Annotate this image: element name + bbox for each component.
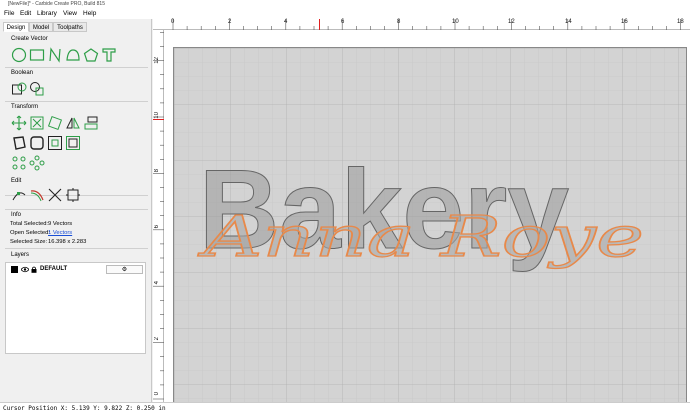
ruler-vertical: 12 10 8 6 4 2 0 <box>153 30 164 402</box>
edit-title: Edit <box>11 178 22 184</box>
cursor-position: Cursor Position X: 5.139 Y: 9.822 Z: 0.2… <box>3 405 166 412</box>
ruler-x-label: 16 <box>621 19 628 25</box>
layer-color-swatch[interactable] <box>11 266 18 273</box>
total-selected-label: Total Selected: <box>10 221 49 227</box>
design-canvas-area: 0 2 4 6 8 10 12 14 16 18 12 10 8 6 4 2 0 <box>153 19 690 407</box>
boolean-subtract-icon[interactable] <box>29 81 45 97</box>
gear-icon: ⚙ <box>121 267 128 273</box>
scale-tool-icon[interactable] <box>29 115 45 131</box>
polyline-tool-icon[interactable] <box>47 47 63 63</box>
ruler-y-label: 2 <box>154 337 160 341</box>
circular-array-icon[interactable] <box>29 155 45 171</box>
total-selected-value: 9 Vectors <box>48 221 73 227</box>
ruler-x-label: 0 <box>171 19 175 25</box>
divider <box>5 209 148 210</box>
stock-workspace[interactable]: Bakery Anna Roye <box>173 47 687 407</box>
fillet-tool-icon[interactable] <box>29 135 45 151</box>
bounding-box-icon[interactable] <box>65 187 81 203</box>
tab-toolpaths[interactable]: Toolpaths <box>53 22 87 32</box>
ruler-y-label: 4 <box>154 281 160 285</box>
tab-model[interactable]: Model <box>29 22 53 32</box>
tab-design[interactable]: Design <box>3 22 29 32</box>
title-bar: [NewFile]* - Carbide Create PRO, Build 8… <box>0 0 690 9</box>
info-selected-size: Selected Size: 16.398 x 2.283 <box>10 239 86 245</box>
divider <box>5 67 148 68</box>
layer-settings-button[interactable]: ⚙ <box>106 265 143 274</box>
ruler-horizontal: 0 2 4 6 8 10 12 14 16 18 <box>153 19 690 30</box>
layers-list: DEFAULT ⚙ <box>5 262 146 354</box>
ruler-y-label: 8 <box>154 169 160 173</box>
status-bar: Cursor Position X: 5.139 Y: 9.822 Z: 0.2… <box>0 402 690 414</box>
node-edit-icon[interactable] <box>11 187 27 203</box>
menu-help[interactable]: Help <box>83 10 96 17</box>
ruler-y-label: 6 <box>154 225 160 229</box>
layers-title: Layers <box>11 252 30 258</box>
workspace-svg: Bakery Anna Roye <box>174 48 686 406</box>
app-window: [NewFile]* - Carbide Create PRO, Build 8… <box>0 0 690 414</box>
ruler-x-label: 4 <box>284 19 288 25</box>
boolean-union-icon[interactable] <box>11 81 27 97</box>
info-open-selected: Open Selected: 1 Vectors <box>10 230 72 236</box>
boolean-title: Boolean <box>11 70 34 76</box>
polygon-tool-icon[interactable] <box>83 47 99 63</box>
rotate-tool-icon[interactable] <box>47 115 63 131</box>
design-panel: Design Model Toolpaths Create Vector Boo… <box>0 19 152 402</box>
open-selected-label: Open Selected: <box>10 230 50 236</box>
info-total-selected: Total Selected: 9 Vectors <box>10 221 72 227</box>
eye-icon[interactable] <box>20 266 30 275</box>
outset-tool-icon[interactable] <box>65 135 81 151</box>
transform-title: Transform <box>11 104 39 110</box>
circle-tool-icon[interactable] <box>11 47 27 63</box>
ruler-x-label: 18 <box>677 19 684 25</box>
ruler-y-label: 0 <box>154 392 160 396</box>
create-vector-title: Create Vector <box>11 36 48 42</box>
layer-row[interactable]: DEFAULT ⚙ <box>8 265 143 274</box>
mirror-tool-icon[interactable] <box>65 115 81 131</box>
ruler-y-label: 10 <box>154 112 160 119</box>
menu-file[interactable]: File <box>4 10 14 17</box>
layer-name: DEFAULT <box>40 266 68 272</box>
array-tool-icon[interactable] <box>11 155 27 171</box>
curve-tool-icon[interactable] <box>65 47 81 63</box>
script-text-vector[interactable]: Anna Roye <box>196 204 645 270</box>
menu-library[interactable]: Library <box>37 10 57 17</box>
menu-bar: File Edit Library View Help <box>0 9 690 19</box>
divider <box>5 248 148 249</box>
info-title: Info <box>11 212 22 218</box>
ruler-x-label: 12 <box>508 19 515 25</box>
lock-icon[interactable] <box>31 266 37 275</box>
move-tool-icon[interactable] <box>11 115 27 131</box>
ruler-x-label: 2 <box>228 19 232 25</box>
open-selected-link[interactable]: 1 Vectors <box>48 230 72 236</box>
ruler-x-label: 8 <box>397 19 401 25</box>
window-title: [NewFile]* - Carbide Create PRO, Build 8… <box>8 1 105 7</box>
offset-tool-icon[interactable] <box>11 135 27 151</box>
cursor-marker-x <box>319 19 320 30</box>
align-tool-icon[interactable] <box>83 115 99 131</box>
cursor-marker-y <box>153 119 164 120</box>
selected-size-value: 16.398 x 2.283 <box>48 239 87 245</box>
text-tool-icon[interactable] <box>101 47 117 63</box>
trim-tool-icon[interactable] <box>47 187 63 203</box>
ruler-x-label: 14 <box>565 19 572 25</box>
join-tool-icon[interactable] <box>29 187 45 203</box>
ruler-y-label: 12 <box>154 57 160 64</box>
divider <box>5 101 148 102</box>
menu-edit[interactable]: Edit <box>20 10 31 17</box>
ruler-x-label: 10 <box>452 19 459 25</box>
menu-view[interactable]: View <box>63 10 77 17</box>
ruler-x-label: 6 <box>341 19 345 25</box>
selected-size-label: Selected Size: <box>10 239 48 245</box>
rectangle-tool-icon[interactable] <box>29 47 45 63</box>
inset-tool-icon[interactable] <box>47 135 63 151</box>
